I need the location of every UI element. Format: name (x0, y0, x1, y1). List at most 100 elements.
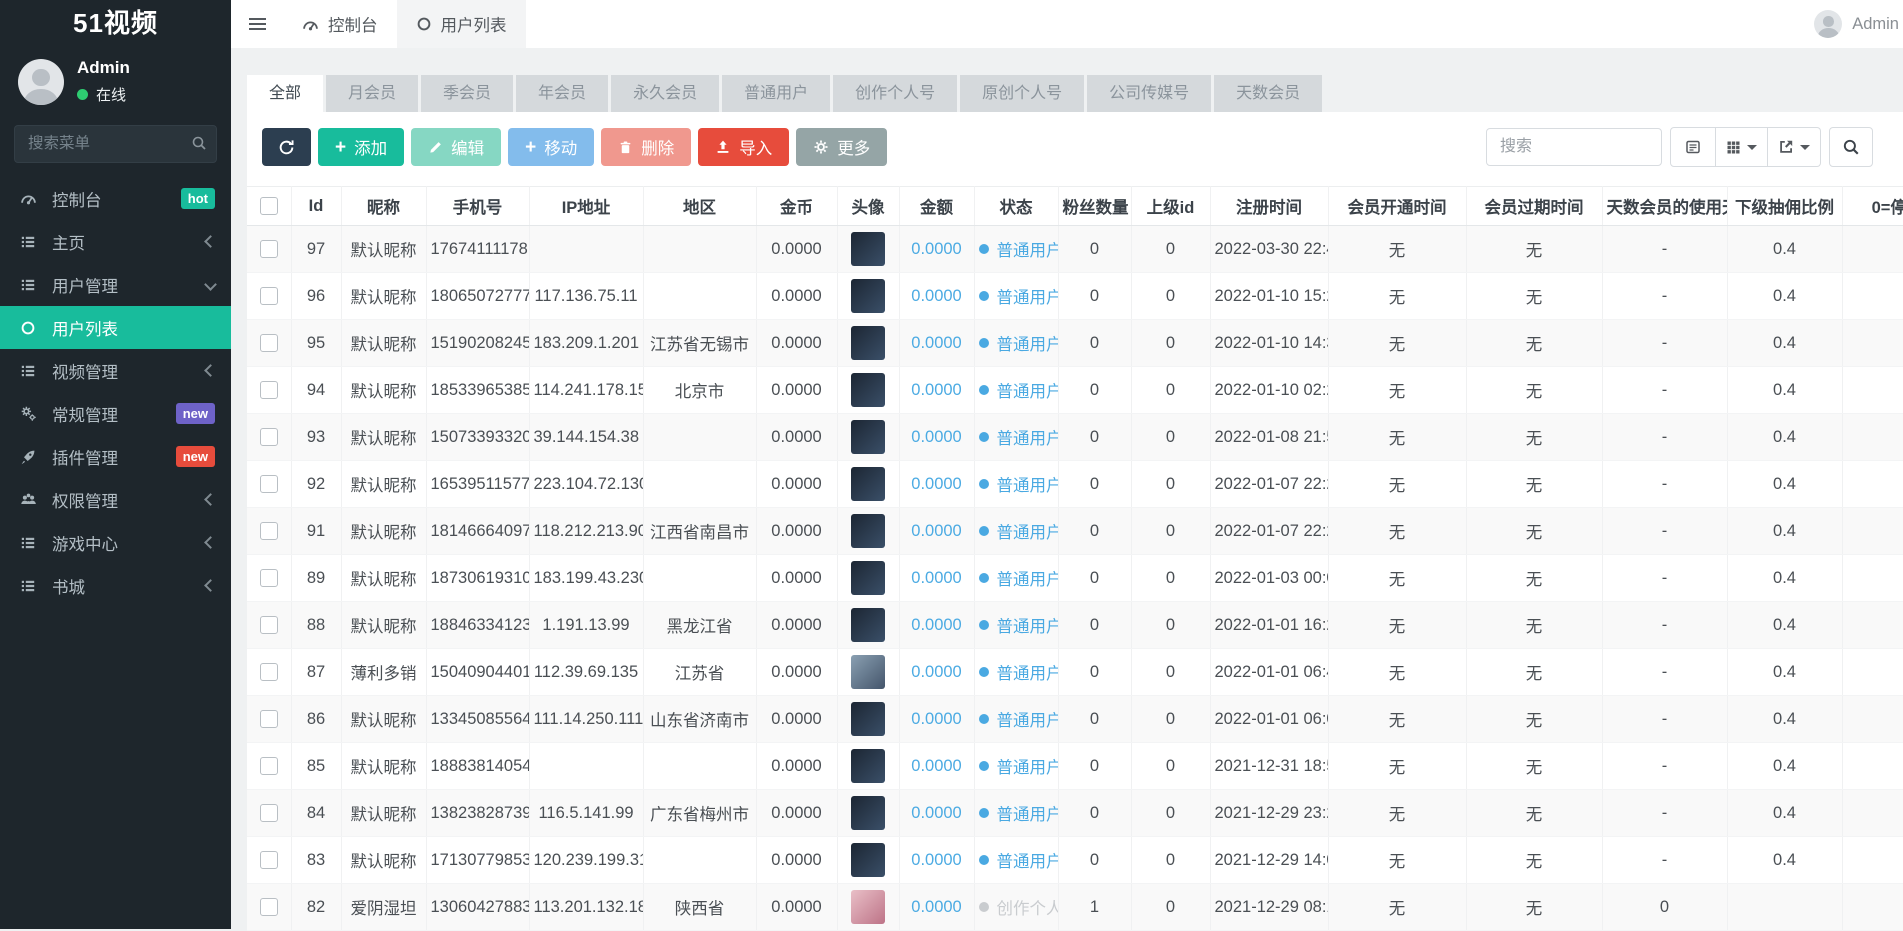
filter-tab-9[interactable]: 天数会员 (1214, 75, 1322, 112)
amount-link[interactable]: 0.0000 (911, 616, 961, 634)
topbar-tab-0[interactable]: 控制台 (283, 0, 397, 48)
filter-tab-5[interactable]: 普通用户 (722, 75, 830, 112)
filter-tab-0[interactable]: 全部 (247, 75, 323, 112)
detail-view-button[interactable] (1670, 127, 1716, 167)
row-checkbox[interactable] (260, 851, 278, 869)
row-checkbox[interactable] (260, 569, 278, 587)
cell-region (643, 743, 756, 790)
user-avatar[interactable] (851, 373, 885, 407)
admin-avatar[interactable] (18, 59, 64, 105)
search-submit-button[interactable] (1829, 127, 1873, 167)
refresh-button[interactable] (262, 128, 311, 166)
table-search-input[interactable] (1486, 128, 1662, 166)
import-button[interactable]: 导入 (698, 128, 789, 166)
row-checkbox[interactable] (260, 898, 278, 916)
amount-link[interactable]: 0.0000 (911, 663, 961, 681)
filter-tab-8[interactable]: 公司传媒号 (1087, 75, 1211, 112)
row-checkbox[interactable] (260, 428, 278, 446)
row-checkbox[interactable] (260, 663, 278, 681)
delete-button[interactable]: 删除 (601, 128, 691, 166)
filter-tab-3[interactable]: 年会员 (516, 75, 608, 112)
move-button[interactable]: + 移动 (508, 128, 594, 166)
sidebar-item-9[interactable]: 书城 (0, 564, 231, 607)
cell-ip: 223.104.72.130 (529, 461, 643, 508)
user-avatar[interactable] (851, 232, 885, 266)
chevron-left-icon (204, 235, 217, 248)
user-avatar[interactable] (851, 655, 885, 689)
user-avatar[interactable] (851, 514, 885, 548)
row-checkbox[interactable] (260, 757, 278, 775)
more-button[interactable]: 更多 (796, 128, 887, 166)
filter-tab-4[interactable]: 永久会员 (611, 75, 719, 112)
row-checkbox[interactable] (260, 475, 278, 493)
user-avatar[interactable] (851, 608, 885, 642)
amount-link[interactable]: 0.0000 (911, 569, 961, 587)
user-avatar[interactable] (851, 843, 885, 877)
sidebar-item-2[interactable]: 用户管理 (0, 263, 231, 306)
amount-link[interactable]: 0.0000 (911, 522, 961, 540)
topbar-user-menu[interactable]: Admin (1814, 10, 1903, 38)
user-avatar[interactable] (851, 279, 885, 313)
filter-tab-1[interactable]: 月会员 (326, 75, 418, 112)
cell-coin: 0.0000 (756, 367, 837, 414)
filter-tab-7[interactable]: 原创个人号 (960, 75, 1084, 112)
amount-link[interactable]: 0.0000 (911, 475, 961, 493)
filter-tab-2[interactable]: 季会员 (421, 75, 513, 112)
user-avatar[interactable] (851, 326, 885, 360)
amount-link[interactable]: 0.0000 (911, 334, 961, 352)
sidebar-item-7[interactable]: 权限管理 (0, 478, 231, 521)
sidebar-item-6[interactable]: 插件管理new (0, 435, 231, 478)
amount-link[interactable]: 0.0000 (911, 757, 961, 775)
amount-link[interactable]: 0.0000 (911, 240, 961, 258)
sidebar-item-5[interactable]: 常规管理new (0, 392, 231, 435)
filter-tab-6[interactable]: 创作个人号 (833, 75, 957, 112)
status-dot-icon (979, 385, 989, 395)
sidebar-item-4[interactable]: 视频管理 (0, 349, 231, 392)
select-all-checkbox[interactable] (260, 197, 278, 215)
columns-button[interactable] (1716, 127, 1768, 167)
status-dot-icon (979, 761, 989, 771)
user-avatar[interactable] (851, 420, 885, 454)
cell-nickname: 爱阴湿坦 (341, 884, 426, 931)
row-checkbox[interactable] (260, 522, 278, 540)
user-avatar[interactable] (851, 749, 885, 783)
row-checkbox[interactable] (260, 710, 278, 728)
cell-status: 普通用户 (974, 461, 1058, 508)
user-avatar[interactable] (851, 702, 885, 736)
status-label: 普通用户 (997, 848, 1059, 872)
sidebar-item-1[interactable]: 主页 (0, 220, 231, 263)
sidebar-item-8[interactable]: 游戏中心 (0, 521, 231, 564)
amount-link[interactable]: 0.0000 (911, 851, 961, 869)
sidebar-item-0[interactable]: 控制台hot (0, 177, 231, 220)
user-avatar[interactable] (851, 796, 885, 830)
cell-coin: 0.0000 (756, 790, 837, 837)
cell-member-days: - (1602, 461, 1727, 508)
cell-member-days: - (1602, 367, 1727, 414)
user-avatar[interactable] (851, 890, 885, 924)
row-checkbox[interactable] (260, 381, 278, 399)
amount-link[interactable]: 0.0000 (911, 428, 961, 446)
topbar-tab-1[interactable]: 用户列表 (397, 0, 526, 48)
amount-link[interactable]: 0.0000 (911, 381, 961, 399)
export-button[interactable] (1768, 127, 1821, 167)
menu-toggle-button[interactable] (231, 0, 283, 48)
menu-search-input[interactable] (14, 125, 217, 163)
row-checkbox[interactable] (260, 334, 278, 352)
add-button[interactable]: + 添加 (318, 128, 404, 166)
user-avatar[interactable] (851, 467, 885, 501)
user-avatar[interactable] (851, 561, 885, 595)
cell-nickname: 默认昵称 (341, 273, 426, 320)
cell-phone: 18846334123 (426, 602, 529, 649)
row-checkbox[interactable] (260, 287, 278, 305)
sidebar-item-3[interactable]: 用户列表 (0, 306, 231, 349)
amount-link[interactable]: 0.0000 (911, 710, 961, 728)
row-checkbox[interactable] (260, 240, 278, 258)
amount-link[interactable]: 0.0000 (911, 287, 961, 305)
column-header-6: 金币 (756, 187, 837, 226)
row-checkbox[interactable] (260, 616, 278, 634)
edit-button[interactable]: 编辑 (411, 128, 501, 166)
amount-link[interactable]: 0.0000 (911, 898, 961, 916)
row-checkbox[interactable] (260, 804, 278, 822)
refresh-icon (278, 139, 295, 156)
amount-link[interactable]: 0.0000 (911, 804, 961, 822)
